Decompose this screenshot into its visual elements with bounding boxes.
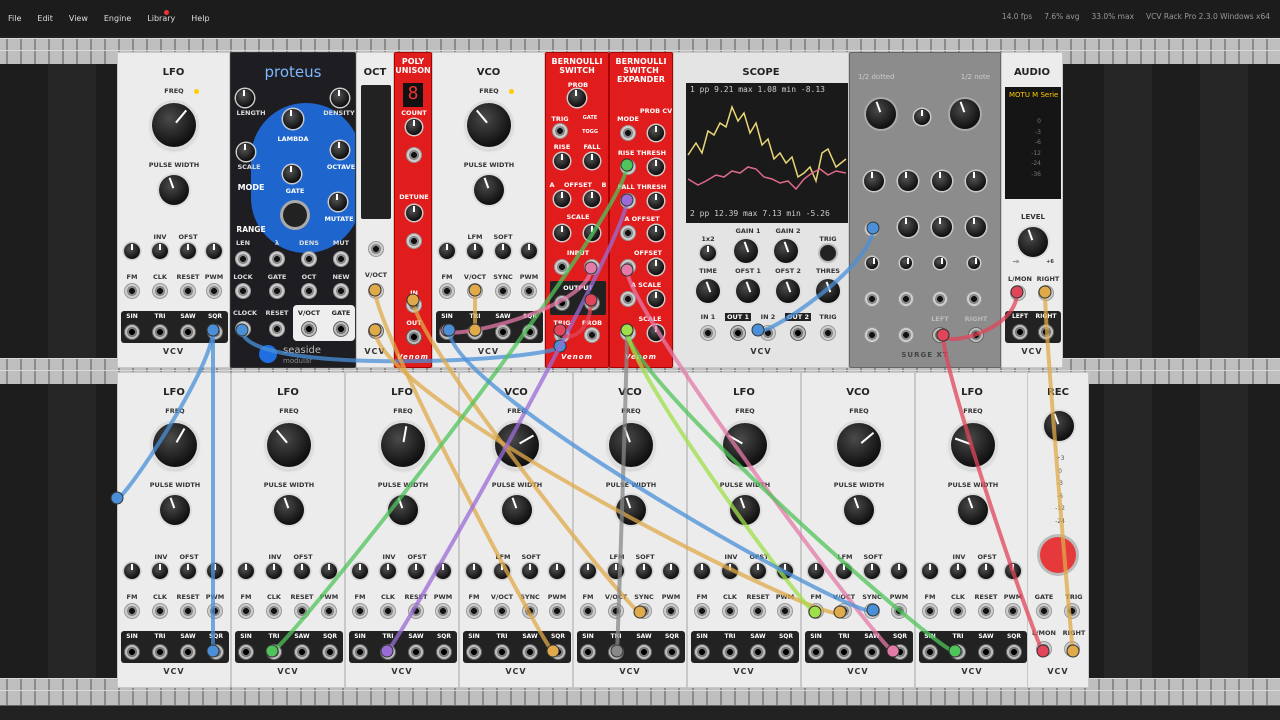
cable-plug[interactable] — [833, 605, 847, 619]
cable-plug[interactable] — [620, 193, 634, 207]
cable-plug[interactable] — [584, 261, 598, 275]
cable-plug[interactable] — [553, 323, 567, 337]
cable-plug[interactable] — [620, 323, 634, 337]
cable-plug[interactable] — [368, 323, 382, 337]
cable-plug[interactable] — [406, 293, 420, 307]
cable-lime[interactable] — [625, 328, 817, 615]
cable-grey[interactable] — [615, 328, 629, 654]
cable-orange[interactable] — [373, 328, 842, 616]
cable-red[interactable] — [941, 290, 1019, 341]
cable-blue[interactable] — [447, 328, 875, 614]
cable-plug[interactable] — [1066, 644, 1080, 658]
cable-plug[interactable] — [584, 293, 598, 307]
patch-cables — [110, 158, 1080, 658]
cable-plug[interactable] — [206, 323, 220, 337]
cable-plug[interactable] — [936, 328, 950, 342]
cable-plug[interactable] — [1036, 644, 1050, 658]
cable-plug[interactable] — [610, 644, 624, 658]
cable-plug[interactable] — [633, 605, 647, 619]
cable-plug[interactable] — [1038, 285, 1052, 299]
cable-plug[interactable] — [468, 323, 482, 337]
cable-plug[interactable] — [235, 323, 249, 337]
cable-plug[interactable] — [866, 221, 880, 235]
cable-plug[interactable] — [468, 283, 482, 297]
cable-plug[interactable] — [1010, 285, 1024, 299]
cable-plug[interactable] — [110, 491, 124, 505]
cable-plug[interactable] — [368, 283, 382, 297]
cable-plug[interactable] — [808, 605, 822, 619]
cable-plug[interactable] — [620, 263, 634, 277]
cable-orange[interactable] — [373, 288, 555, 654]
cable-green[interactable] — [625, 328, 957, 654]
cable-blue[interactable] — [115, 328, 215, 501]
cable-plug[interactable] — [866, 603, 880, 617]
cable-plug[interactable] — [546, 644, 560, 658]
cable-plug[interactable] — [442, 323, 456, 337]
cable-plug[interactable] — [380, 644, 394, 658]
cable-plug[interactable] — [886, 644, 900, 658]
cable-red[interactable] — [941, 333, 1045, 654]
cable-plug[interactable] — [206, 644, 220, 658]
cable-blue[interactable] — [756, 226, 875, 334]
cable-orange[interactable] — [1043, 290, 1075, 654]
cable-plug[interactable] — [948, 644, 962, 658]
cable-pink[interactable] — [445, 266, 593, 335]
cable-plug[interactable] — [751, 323, 765, 337]
cable-plug[interactable] — [620, 158, 634, 172]
cable-plug[interactable] — [265, 644, 279, 658]
